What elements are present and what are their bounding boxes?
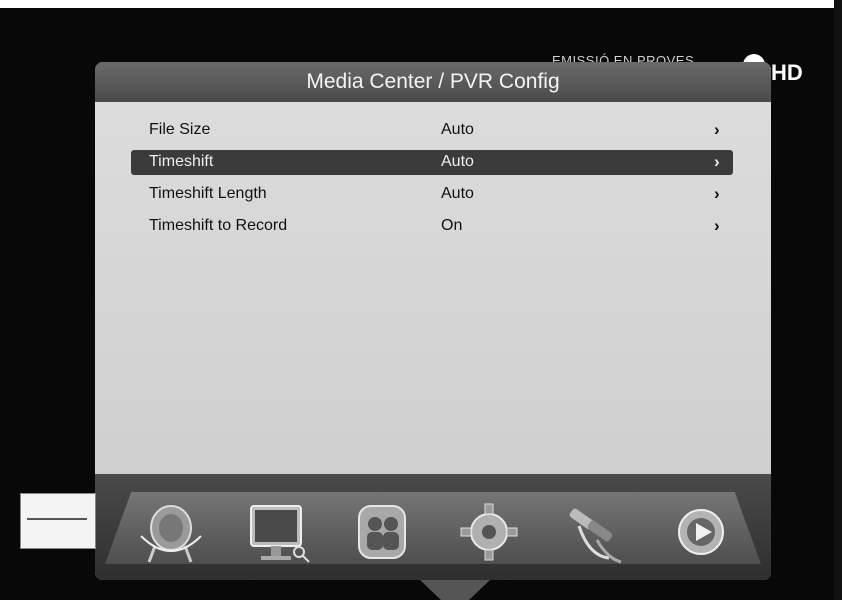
media-play-icon[interactable] bbox=[665, 496, 737, 568]
settings-list: File Size Auto › Timeshift Auto › Timesh… bbox=[95, 102, 771, 474]
chevron-right-icon: › bbox=[714, 184, 720, 203]
settings-gear-icon[interactable] bbox=[453, 496, 525, 568]
setting-label: File Size bbox=[149, 121, 211, 138]
satellite-dish-icon[interactable] bbox=[135, 496, 207, 568]
tv-monitor-icon[interactable] bbox=[241, 496, 313, 568]
chevron-right-icon: › bbox=[714, 120, 720, 139]
setting-label: Timeshift Length bbox=[149, 185, 267, 202]
setting-row-file-size[interactable]: File Size Auto › bbox=[131, 118, 733, 143]
setting-row-timeshift-to-record[interactable]: Timeshift to Record On › bbox=[131, 214, 733, 239]
chevron-right-icon: › bbox=[714, 216, 720, 235]
window-title: Media Center / PVR Config bbox=[306, 70, 560, 93]
cables-icon[interactable] bbox=[559, 496, 631, 568]
setting-row-timeshift[interactable]: Timeshift Auto › bbox=[131, 150, 733, 175]
top-edge bbox=[0, 0, 842, 8]
pvr-config-window: Media Center / PVR Config File Size Auto… bbox=[95, 62, 771, 580]
setting-value: Auto bbox=[441, 185, 474, 202]
menu-dock bbox=[95, 474, 771, 580]
hd-badge: HD bbox=[771, 60, 803, 85]
setting-value: Auto bbox=[441, 153, 474, 170]
window-titlebar: Media Center / PVR Config bbox=[95, 62, 771, 102]
setting-row-timeshift-length[interactable]: Timeshift Length Auto › bbox=[131, 182, 733, 207]
people-icon[interactable] bbox=[347, 496, 419, 568]
bottom-stand bbox=[420, 580, 490, 600]
setting-value: On bbox=[441, 217, 463, 234]
thumbnail-line bbox=[27, 518, 87, 520]
side-thumbnail bbox=[20, 493, 96, 549]
chevron-right-icon: › bbox=[714, 152, 720, 171]
setting-value: Auto bbox=[441, 121, 474, 138]
tv-screen: EMISSIÓ EN PROVES HD Media Center / PVR … bbox=[0, 0, 842, 600]
right-edge bbox=[834, 0, 842, 600]
setting-label: Timeshift bbox=[149, 153, 214, 170]
setting-label: Timeshift to Record bbox=[149, 217, 288, 234]
